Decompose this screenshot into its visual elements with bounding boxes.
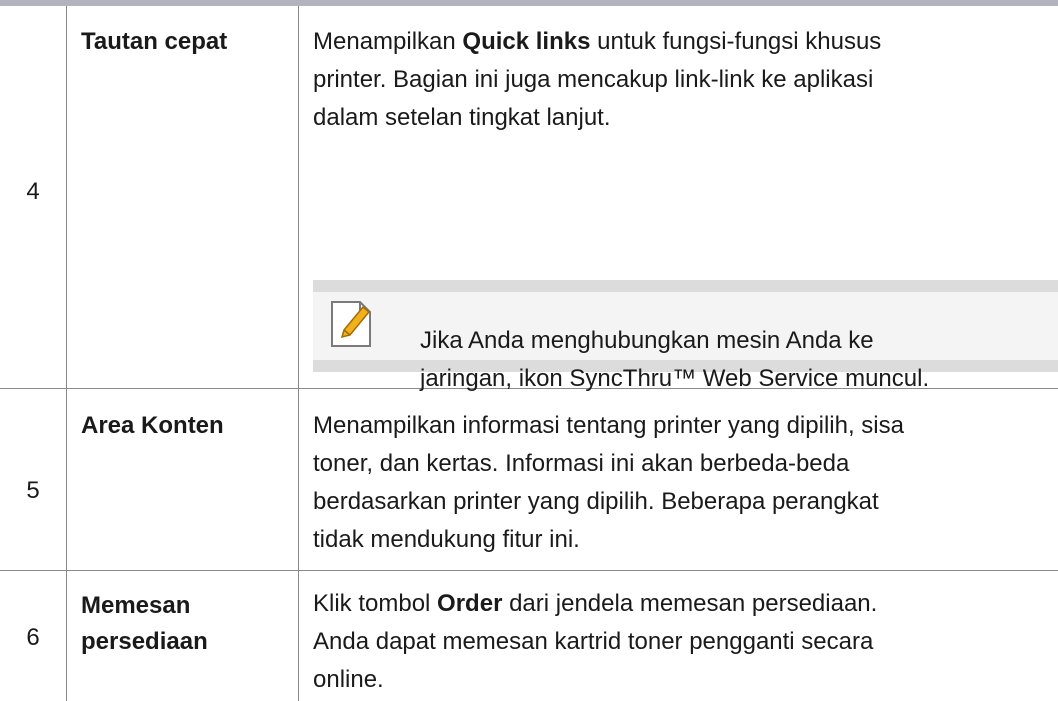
row-number: 5: [26, 477, 40, 504]
row-term: Area Konten: [81, 412, 224, 439]
row-term: Tautan cepat: [81, 28, 228, 55]
desc-line: tidak mendukung fitur ini.: [313, 526, 580, 553]
desc-line: Menampilkan informasi tentang printer ya…: [313, 412, 904, 439]
term-line: Memesan: [81, 592, 191, 619]
note-text: Jika Anda menghubungkan mesin Anda ke ja…: [420, 322, 1058, 398]
desc-line: berdasarkan printer yang dipilih. Bebera…: [313, 488, 879, 515]
row-number: 6: [26, 624, 40, 651]
row-divider-2: [0, 570, 1058, 571]
desc-line: toner, dan kertas. Informasi ini akan be…: [313, 450, 850, 477]
row-number: 4: [26, 178, 40, 205]
note-pencil-icon: [331, 301, 371, 347]
desc-line: Menampilkan Quick links untuk fungsi-fun…: [313, 28, 882, 55]
desc-line: printer. Bagian ini juga mencakup link-l…: [313, 66, 874, 93]
term-line: persediaan: [81, 628, 208, 655]
desc-line: Klik tombol Order dari jendela memesan p…: [313, 590, 878, 617]
row-description: Klik tombol Order dari jendela memesan p…: [313, 585, 1053, 699]
desc-line: Anda dapat memesan kartrid toner penggan…: [313, 628, 874, 655]
row-term: Memesan persediaan: [81, 588, 286, 660]
note-line: jaringan, ikon SyncThru™ Web Service mun…: [420, 365, 930, 392]
row-description: Menampilkan Quick links untuk fungsi-fun…: [313, 23, 1053, 137]
top-rule: [0, 0, 1058, 6]
column-divider-right: [298, 6, 299, 701]
desc-line: dalam setelan tingkat lanjut.: [313, 104, 611, 131]
desc-line: online.: [313, 666, 384, 693]
row-description: Menampilkan informasi tentang printer ya…: [313, 407, 1053, 559]
column-divider-left: [66, 6, 67, 701]
note-line: Jika Anda menghubungkan mesin Anda ke: [420, 327, 874, 354]
